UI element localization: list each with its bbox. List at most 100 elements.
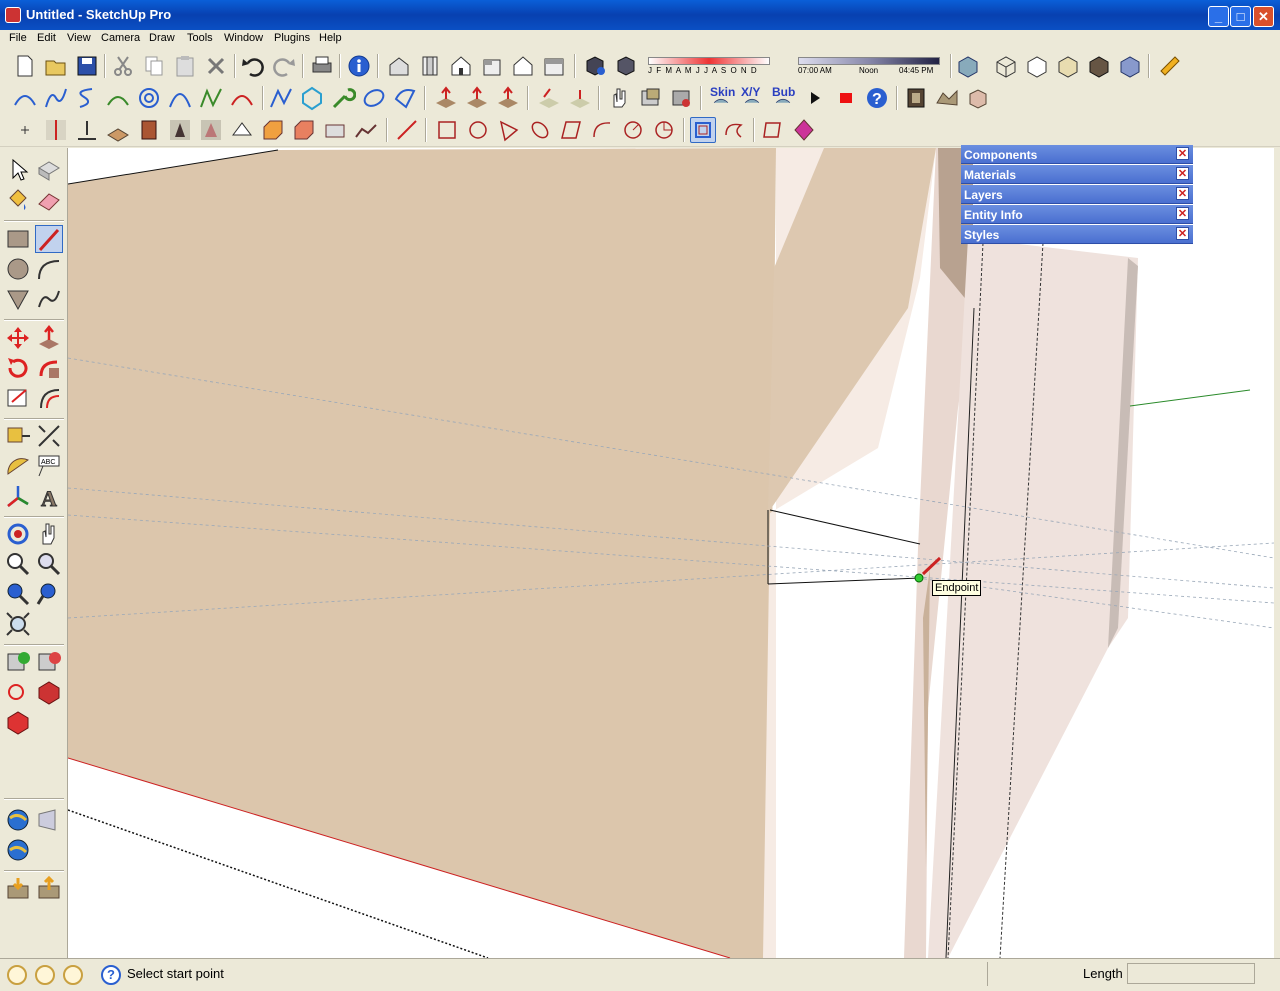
shaded-icon[interactable] (1055, 53, 1081, 79)
cut-icon[interactable] (110, 53, 136, 79)
parallelogram-outline-icon[interactable] (558, 117, 584, 143)
google-earth-icon[interactable] (4, 806, 32, 834)
quad-face-icon[interactable] (760, 117, 786, 143)
shape-3-icon[interactable] (229, 117, 255, 143)
pencil-line-icon[interactable] (35, 225, 63, 253)
tray-materials[interactable]: Materials ✕ (961, 165, 1193, 184)
push-n-icon[interactable] (495, 85, 521, 111)
lasso-icon[interactable] (392, 85, 418, 111)
close-icon[interactable]: ✕ (1176, 207, 1189, 220)
shaded-textures-icon[interactable] (1086, 53, 1112, 79)
minimize-button[interactable]: _ (1208, 6, 1229, 27)
arc-3pt-icon[interactable] (105, 85, 131, 111)
tools-on-surface-icon[interactable] (567, 85, 593, 111)
catenary-icon[interactable] (167, 85, 193, 111)
time-slider[interactable]: 07:00 AM Noon 04:45 PM (798, 56, 942, 76)
modeling-viewport[interactable]: Endpoint (68, 148, 1274, 958)
dimension-icon[interactable] (35, 422, 63, 450)
arc-icon[interactable] (35, 255, 63, 283)
copy-icon[interactable] (141, 53, 167, 79)
spiral-icon[interactable] (136, 85, 162, 111)
earth-view-icon[interactable] (4, 836, 32, 864)
polygon-tool-icon[interactable] (4, 285, 32, 313)
shape-6-icon[interactable] (322, 117, 348, 143)
tray-styles[interactable]: Styles ✕ (961, 225, 1193, 244)
close-icon[interactable]: ✕ (1176, 187, 1189, 200)
monochrome-icon[interactable] (1117, 53, 1143, 79)
axes-icon[interactable] (4, 482, 32, 510)
zoom-window-icon[interactable] (35, 550, 63, 578)
menu-edit[interactable]: Edit (37, 32, 56, 44)
close-icon[interactable]: ✕ (1176, 167, 1189, 180)
rectangle-outline-icon[interactable] (434, 117, 460, 143)
triangle-outline-icon[interactable] (496, 117, 522, 143)
open-icon[interactable] (43, 53, 69, 79)
tape-measure-icon[interactable] (1157, 53, 1183, 79)
pie-outline-icon[interactable] (651, 117, 677, 143)
rectangle-icon[interactable] (4, 225, 32, 253)
make-component-icon[interactable] (35, 156, 63, 184)
arc-outline-icon[interactable] (589, 117, 615, 143)
line-icon[interactable] (394, 117, 420, 143)
toggle-terrain-icon[interactable] (35, 648, 63, 676)
shadow-settings-icon[interactable] (582, 53, 608, 79)
freehand-tool-icon[interactable] (35, 285, 63, 313)
move-icon[interactable] (4, 324, 32, 352)
next-view-icon[interactable] (35, 580, 63, 608)
section-icon[interactable] (136, 117, 162, 143)
place-model-icon[interactable] (35, 806, 63, 834)
ellipse-outline-icon[interactable] (527, 117, 553, 143)
new-icon[interactable] (12, 53, 38, 79)
paint-bucket-icon[interactable] (4, 186, 32, 214)
circle-icon[interactable] (4, 255, 32, 283)
arc-curve-icon[interactable] (12, 85, 38, 111)
top-view-icon[interactable] (417, 53, 443, 79)
joint-push-icon[interactable] (536, 85, 562, 111)
tape-measure-tool-icon[interactable] (4, 422, 32, 450)
layer-tool-icon[interactable] (637, 85, 663, 111)
menu-camera[interactable]: Camera (101, 32, 140, 44)
wireframe-icon[interactable] (993, 53, 1019, 79)
arc-red-icon[interactable] (229, 85, 255, 111)
spline-icon[interactable] (74, 85, 100, 111)
axis-line-icon[interactable] (43, 117, 69, 143)
paste-icon[interactable] (172, 53, 198, 79)
construction-point-icon[interactable] (74, 117, 100, 143)
help-plugin-icon[interactable]: ? (864, 85, 890, 111)
iso-view-icon[interactable] (386, 53, 412, 79)
menu-window[interactable]: Window (224, 32, 263, 44)
push-v-icon[interactable] (464, 85, 490, 111)
zoom-icon[interactable] (4, 550, 32, 578)
offset-tool-icon[interactable] (35, 384, 63, 412)
rotate-icon[interactable] (4, 354, 32, 382)
protractor-icon[interactable] (4, 452, 32, 480)
polygon-icon[interactable] (299, 85, 325, 111)
get-models-icon[interactable] (35, 678, 63, 706)
paint-face-icon[interactable] (791, 117, 817, 143)
stop-icon[interactable] (833, 85, 859, 111)
layer-manager-icon[interactable] (668, 85, 694, 111)
xray-icon[interactable] (955, 53, 981, 79)
xy-button[interactable]: X/Y (739, 85, 769, 111)
sandbox-icon[interactable] (934, 85, 960, 111)
curve-offset-icon[interactable] (721, 117, 747, 143)
erase-icon[interactable] (203, 53, 229, 79)
film-strip-icon[interactable] (903, 85, 929, 111)
push-pull-icon[interactable] (35, 324, 63, 352)
shadow-toggle-icon[interactable] (613, 53, 639, 79)
face-tool-icon[interactable] (105, 117, 131, 143)
tray-entity-info[interactable]: Entity Info ✕ (961, 205, 1193, 224)
front-view-icon[interactable] (448, 53, 474, 79)
bub-button[interactable]: Bub (770, 85, 800, 111)
zoom-extents-icon[interactable] (4, 610, 32, 638)
text-tool-icon[interactable]: ABC (35, 452, 63, 480)
save-icon[interactable] (74, 53, 100, 79)
crosshair-icon[interactable] (12, 117, 38, 143)
import-icon[interactable] (4, 874, 32, 902)
shape-1-icon[interactable] (167, 117, 193, 143)
shape-5-icon[interactable] (291, 117, 317, 143)
left-view-icon[interactable] (541, 53, 567, 79)
circle-outline-icon[interactable] (465, 117, 491, 143)
shape-7-icon[interactable] (353, 117, 379, 143)
menu-view[interactable]: View (67, 32, 91, 44)
